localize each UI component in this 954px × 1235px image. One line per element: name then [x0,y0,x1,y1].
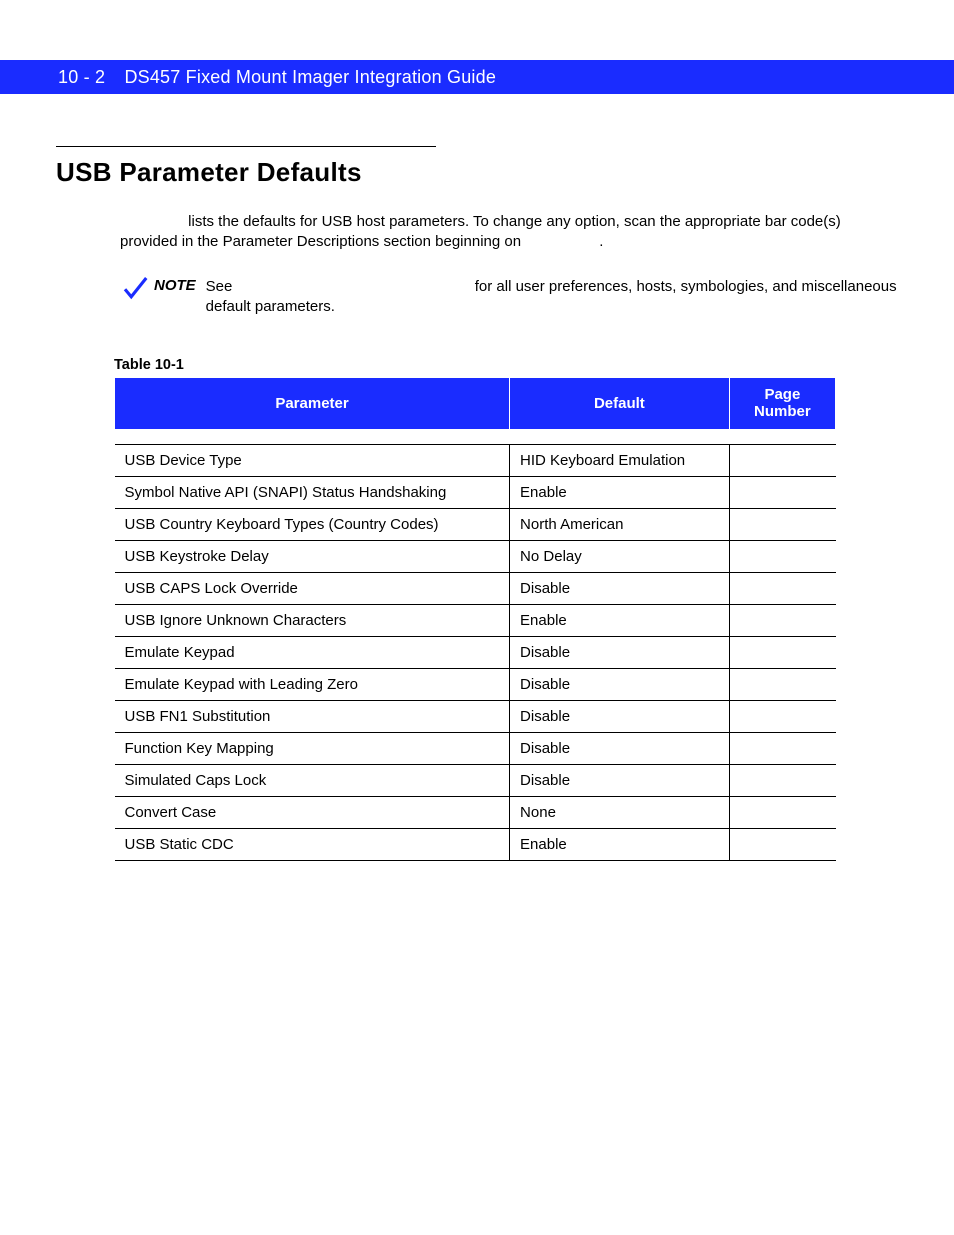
cell-page [729,700,835,732]
table-caption-text: Table 10-1 [114,357,184,373]
cell-page [729,828,835,860]
cell-parameter: USB FN1 Substitution [115,700,510,732]
cell-default: North American [510,508,730,540]
table-body: USB Device TypeHID Keyboard EmulationSym… [115,429,836,860]
cell-default: Disable [510,700,730,732]
cell-parameter: USB CAPS Lock Override [115,572,510,604]
cell-parameter: Emulate Keypad [115,636,510,668]
note-block: NOTE See for all user preferences, hosts… [120,275,898,318]
cell-page [729,636,835,668]
cell-default: Disable [510,636,730,668]
table-row: USB Static CDCEnable [115,828,836,860]
cell-page [729,476,835,508]
cell-default: Disable [510,732,730,764]
cell-parameter: USB Static CDC [115,828,510,860]
cell-parameter: USB Ignore Unknown Characters [115,604,510,636]
table-row: USB Ignore Unknown CharactersEnable [115,604,836,636]
note-tail: for all user preferences, hosts, symbolo… [206,278,897,315]
cell-parameter: Simulated Caps Lock [115,764,510,796]
table-row: Convert CaseNone [115,796,836,828]
cell-parameter: Emulate Keypad with Leading Zero [115,668,510,700]
cell-page [729,796,835,828]
cell-page [729,540,835,572]
table-row: Emulate KeypadDisable [115,636,836,668]
table-caption: Table 10-1 [114,357,898,373]
cell-default: Disable [510,572,730,604]
table-row: Emulate Keypad with Leading ZeroDisable [115,668,836,700]
cell-default: Enable [510,476,730,508]
table-row: USB FN1 SubstitutionDisable [115,700,836,732]
header-accent-block [0,60,24,94]
col-header-default: Default [510,378,730,430]
header-text: 10 - 2 DS457 Fixed Mount Imager Integrat… [24,67,496,88]
cell-page [729,732,835,764]
checkmark-icon [120,273,154,307]
cell-default: Enable [510,604,730,636]
table-row: USB Country Keyboard Types (Country Code… [115,508,836,540]
table-row: USB Device TypeHID Keyboard Emulation [115,444,836,476]
cell-parameter: Symbol Native API (SNAPI) Status Handsha… [115,476,510,508]
cell-default: Disable [510,764,730,796]
note-body: See for all user preferences, hosts, sym… [206,275,898,318]
cell-default: Disable [510,668,730,700]
cell-parameter: USB Device Type [115,444,510,476]
cell-default: Enable [510,828,730,860]
col-header-page-number: Page Number [729,378,835,430]
intro-paragraph: lists the defaults for USB host paramete… [120,212,898,253]
section-rule [56,146,436,147]
cell-page [729,604,835,636]
table-row: Simulated Caps LockDisable [115,764,836,796]
table-row: Symbol Native API (SNAPI) Status Handsha… [115,476,836,508]
cell-page [729,508,835,540]
col-header-parameter: Parameter [115,378,510,430]
cell-page [729,444,835,476]
note-label: NOTE [154,275,196,294]
table-row: Function Key MappingDisable [115,732,836,764]
cell-page [729,668,835,700]
intro-end: . [599,233,603,250]
defaults-table: Parameter Default Page Number USB Device… [114,377,836,861]
cell-default: HID Keyboard Emulation [510,444,730,476]
table-row: USB CAPS Lock OverrideDisable [115,572,836,604]
table-section-cell [115,429,836,444]
table-row: USB Keystroke DelayNo Delay [115,540,836,572]
cell-default: No Delay [510,540,730,572]
cell-parameter: Convert Case [115,796,510,828]
table-section-row [115,429,836,444]
cell-parameter: USB Country Keyboard Types (Country Code… [115,508,510,540]
page-header: 10 - 2 DS457 Fixed Mount Imager Integrat… [0,60,954,94]
cell-page [729,764,835,796]
header-title: DS457 Fixed Mount Imager Integration Gui… [124,67,496,87]
page-content: USB Parameter Defaults lists the default… [0,94,954,861]
header-page-number: 10 - 2 [58,67,105,88]
cell-page [729,572,835,604]
section-title: USB Parameter Defaults [56,157,898,188]
intro-text: lists the defaults for USB host paramete… [120,213,841,250]
table-header-row: Parameter Default Page Number [115,378,836,430]
cell-parameter: Function Key Mapping [115,732,510,764]
cell-parameter: USB Keystroke Delay [115,540,510,572]
cell-default: None [510,796,730,828]
note-see: See [206,278,233,295]
